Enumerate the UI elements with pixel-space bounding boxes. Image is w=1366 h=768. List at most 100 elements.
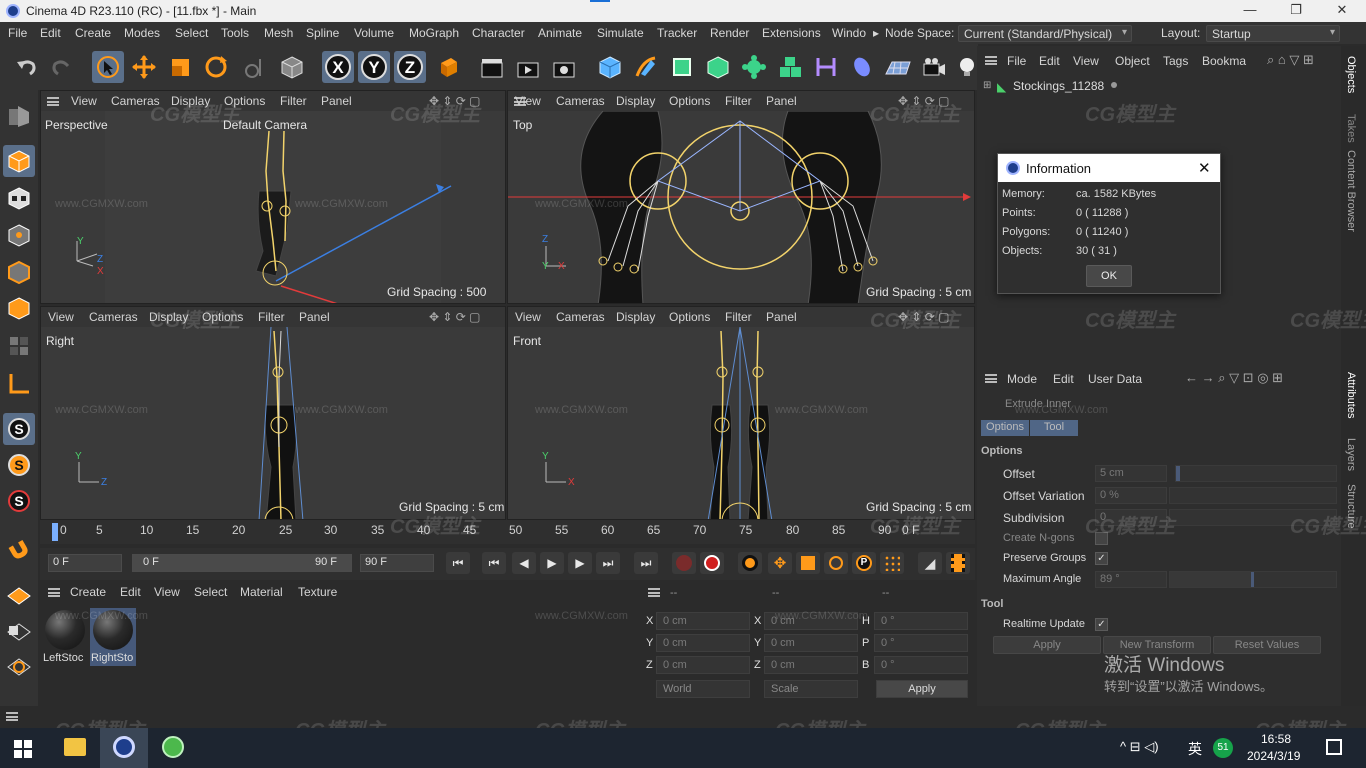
undo-button[interactable] bbox=[10, 51, 42, 83]
key-parameter-button[interactable]: P bbox=[852, 552, 876, 574]
vp-menu-options[interactable]: Options bbox=[669, 310, 710, 324]
world-dropdown[interactable]: World bbox=[656, 680, 750, 698]
rotation-h-field[interactable]: 0 ° bbox=[874, 612, 968, 630]
axis-mode-button[interactable] bbox=[3, 368, 35, 400]
taskbar-cinema4d-active[interactable] bbox=[100, 728, 148, 768]
tab-objects[interactable]: Objects bbox=[1345, 56, 1357, 93]
menu-more-icon[interactable]: ▸ bbox=[873, 26, 879, 40]
menu-file[interactable]: File bbox=[8, 26, 27, 40]
camera-button[interactable] bbox=[918, 51, 950, 83]
mograph-cubes-button[interactable] bbox=[774, 51, 806, 83]
vp-menu-view[interactable]: View bbox=[515, 94, 541, 108]
visibility-dot[interactable] bbox=[1111, 82, 1117, 88]
vp-menu-view[interactable]: View bbox=[71, 94, 97, 108]
polygons-mode-button[interactable] bbox=[3, 292, 35, 324]
render-view-button[interactable] bbox=[476, 51, 508, 83]
browser-app-icon[interactable] bbox=[162, 736, 184, 758]
ime-indicator[interactable]: 英 bbox=[1188, 739, 1202, 759]
preserve-groups-checkbox[interactable]: ✓ bbox=[1095, 552, 1108, 565]
mat-menu-view[interactable]: View bbox=[154, 585, 180, 599]
menu-volume[interactable]: Volume bbox=[354, 26, 394, 40]
vp-menu-filter[interactable]: Filter bbox=[258, 310, 285, 324]
tab-tool[interactable]: Tool bbox=[1030, 420, 1078, 436]
attr-apply-button[interactable]: Apply bbox=[993, 636, 1101, 654]
node-space-dropdown[interactable]: Current (Standard/Physical) ▾ bbox=[958, 25, 1132, 42]
clock-time[interactable]: 16:58 bbox=[1261, 732, 1291, 746]
layout-dropdown[interactable]: Startup ▾ bbox=[1206, 25, 1340, 42]
quantize-button[interactable] bbox=[3, 532, 35, 564]
size-z-field[interactable]: 0 cm bbox=[764, 656, 858, 674]
vp-menu-panel[interactable]: Panel bbox=[766, 94, 797, 108]
floor-button[interactable] bbox=[882, 51, 914, 83]
keyframe-selection-button[interactable] bbox=[738, 552, 762, 574]
dialog-ok-button[interactable]: OK bbox=[1086, 265, 1132, 287]
obj-menu-bookmarks[interactable]: Bookma bbox=[1202, 54, 1246, 68]
goto-end-button[interactable]: ⏭ bbox=[634, 552, 658, 574]
vp-menu-panel[interactable]: Panel bbox=[299, 310, 330, 324]
attr-menu-userdata[interactable]: User Data bbox=[1088, 372, 1142, 386]
windows-start-icon[interactable] bbox=[14, 740, 32, 758]
cloner-button[interactable] bbox=[738, 51, 770, 83]
vp-menu-view[interactable]: View bbox=[515, 310, 541, 324]
offset-variation-field[interactable]: 0 % bbox=[1095, 487, 1167, 504]
vp-menu-display[interactable]: Display bbox=[616, 310, 655, 324]
notification-center-icon[interactable] bbox=[1326, 739, 1342, 755]
position-x-field[interactable]: 0 cm bbox=[656, 612, 750, 630]
uv-mode-button[interactable] bbox=[3, 330, 35, 362]
vp-menu-display[interactable]: Display bbox=[616, 94, 655, 108]
next-key-button[interactable]: ⏭ bbox=[596, 552, 620, 574]
lock-workplane-button[interactable] bbox=[3, 613, 35, 645]
tab-options[interactable]: Options bbox=[981, 420, 1029, 436]
render-settings-button[interactable] bbox=[548, 51, 580, 83]
model-mode-left-button[interactable] bbox=[3, 145, 35, 177]
field-button[interactable] bbox=[846, 51, 878, 83]
obj-menu-file[interactable]: File bbox=[1007, 54, 1026, 68]
z-axis-lock-button[interactable]: Z bbox=[394, 51, 426, 83]
key-scale-button[interactable] bbox=[796, 552, 820, 574]
menu-simulate[interactable]: Simulate bbox=[597, 26, 644, 40]
recent-tools-button[interactable] bbox=[240, 51, 272, 83]
move-tool-button[interactable] bbox=[128, 51, 160, 83]
object-row[interactable]: ⊞ ◣ Stockings_11288 bbox=[981, 78, 1131, 96]
current-frame-field[interactable]: 0 F bbox=[48, 554, 122, 572]
coordinate-system-button[interactable] bbox=[432, 51, 464, 83]
key-rotation-button[interactable] bbox=[824, 552, 848, 574]
prev-frame-button[interactable]: ◀ bbox=[512, 552, 536, 574]
menu-select[interactable]: Select bbox=[175, 26, 208, 40]
menu-tools[interactable]: Tools bbox=[221, 26, 249, 40]
realtime-update-checkbox[interactable]: ✓ bbox=[1095, 618, 1108, 631]
attr-menu-mode[interactable]: Mode bbox=[1007, 372, 1037, 386]
rotation-b-field[interactable]: 0 ° bbox=[874, 656, 968, 674]
film-strip-button[interactable] bbox=[946, 552, 970, 574]
position-z-field[interactable]: 0 cm bbox=[656, 656, 750, 674]
make-editable-button[interactable] bbox=[3, 100, 35, 132]
max-angle-field[interactable]: 89 ° bbox=[1095, 571, 1167, 588]
play-button[interactable]: ▶ bbox=[540, 552, 564, 574]
menu-tracker[interactable]: Tracker bbox=[657, 26, 697, 40]
tab-content-browser[interactable]: Content Browser bbox=[1345, 150, 1357, 232]
offset-variation-slider[interactable] bbox=[1169, 487, 1337, 504]
frame-range-slider[interactable]: 0 F 90 F bbox=[132, 554, 352, 572]
attr-menu-edit[interactable]: Edit bbox=[1053, 372, 1074, 386]
model-mode-button[interactable] bbox=[276, 51, 308, 83]
tab-attributes[interactable]: Attributes bbox=[1345, 372, 1357, 418]
key-pla-button[interactable] bbox=[880, 552, 904, 574]
viewport-menu-icon[interactable] bbox=[47, 97, 59, 106]
texture-mode-button[interactable] bbox=[3, 182, 35, 214]
size-y-field[interactable]: 0 cm bbox=[764, 634, 858, 652]
mat-menu-texture[interactable]: Texture bbox=[298, 585, 337, 599]
render-to-picture-viewer-button[interactable] bbox=[512, 51, 544, 83]
offset-field[interactable]: 5 cm bbox=[1095, 465, 1167, 482]
goto-start-button[interactable]: ⏮ bbox=[446, 552, 470, 574]
menu-animate[interactable]: Animate bbox=[538, 26, 582, 40]
mat-menu-select[interactable]: Select bbox=[194, 585, 227, 599]
vp-menu-cameras[interactable]: Cameras bbox=[556, 94, 605, 108]
menu-character[interactable]: Character bbox=[472, 26, 525, 40]
attribute-menu-icon[interactable] bbox=[985, 374, 997, 383]
rotation-p-field[interactable]: 0 ° bbox=[874, 634, 968, 652]
mat-menu-edit[interactable]: Edit bbox=[120, 585, 141, 599]
close-button[interactable]: ✕ bbox=[1322, 2, 1362, 20]
edges-mode-button[interactable] bbox=[3, 256, 35, 288]
file-explorer-icon[interactable] bbox=[64, 738, 86, 756]
vp-menu-filter[interactable]: Filter bbox=[280, 94, 307, 108]
